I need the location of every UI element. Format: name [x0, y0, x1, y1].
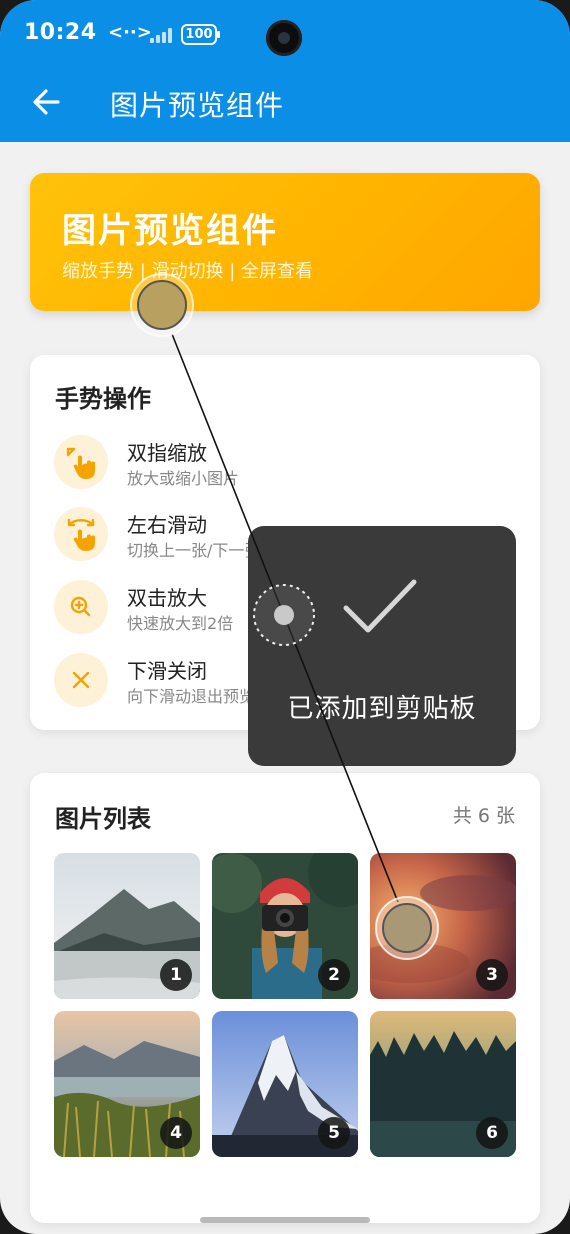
image-thumbnail[interactable]: 5: [212, 1011, 358, 1157]
gesture-desc: 快速放大到2倍: [127, 614, 234, 633]
toast-message: 已添加到剪贴板: [248, 526, 516, 766]
image-count: 共 6 张: [452, 805, 515, 827]
image-thumbnail[interactable]: 3: [370, 853, 516, 999]
gesture-desc: 向下滑动退出预览: [127, 687, 256, 706]
banner-title: 图片预览组件: [62, 211, 278, 251]
banner-subtitle: 缩放手势 | 滑动切换 | 全屏查看: [62, 261, 314, 282]
check-icon: [343, 579, 417, 633]
image-thumbnail[interactable]: 6: [370, 1011, 516, 1157]
status-bar: 10:24 <··> 100: [0, 0, 570, 70]
page-title: 图片预览组件: [110, 89, 285, 122]
status-time: 10:24: [24, 20, 97, 45]
image-index-badge: 6: [476, 1117, 508, 1149]
zoom-in-icon: [54, 580, 108, 634]
gesture-desc: 切换上一张/下一张: [127, 541, 261, 560]
gesture-item: 双指缩放 放大或缩小图片: [54, 435, 514, 491]
header-banner: 图片预览组件 缩放手势 | 滑动切换 | 全屏查看: [30, 173, 540, 311]
image-thumbnail[interactable]: 4: [54, 1011, 200, 1157]
image-index-badge: 4: [160, 1117, 192, 1149]
image-index-badge: 2: [318, 959, 350, 991]
image-index-badge: 1: [160, 959, 192, 991]
close-icon: [54, 653, 108, 707]
home-indicator[interactable]: [200, 1217, 370, 1223]
gesture-name: 双指缩放: [127, 441, 207, 465]
gesture-name: 左右滑动: [127, 513, 207, 537]
network-indicator: <··>: [108, 22, 152, 43]
swipe-icon: [54, 507, 108, 561]
gesture-name: 下滑关闭: [127, 659, 207, 683]
arrow-left-icon: [33, 89, 60, 115]
gestures-title: 手势操作: [55, 385, 151, 413]
image-list-card: 图片列表 共 6 张 1 2 3 4 5 6: [30, 773, 540, 1223]
image-list-title: 图片列表: [55, 805, 151, 833]
gesture-desc: 放大或缩小图片: [127, 469, 240, 488]
image-thumbnail[interactable]: 2: [212, 853, 358, 999]
app-bar: 10:24 <··> 100 图片预览组件: [0, 0, 570, 142]
toast-text: 已添加到剪贴板: [287, 694, 477, 724]
screen: 10:24 <··> 100 图片预览组件 图片预览组件 缩放手势 | 滑动切换…: [0, 0, 570, 1234]
pinch-zoom-icon: [54, 435, 108, 489]
image-index-badge: 3: [476, 959, 508, 991]
signal-icon: [148, 27, 174, 43]
back-button[interactable]: [28, 80, 68, 124]
gesture-name: 双击放大: [127, 586, 207, 610]
image-index-badge: 5: [318, 1117, 350, 1149]
front-camera: [266, 20, 302, 56]
battery-icon: 100: [181, 24, 220, 45]
image-thumbnail[interactable]: 1: [54, 853, 200, 999]
